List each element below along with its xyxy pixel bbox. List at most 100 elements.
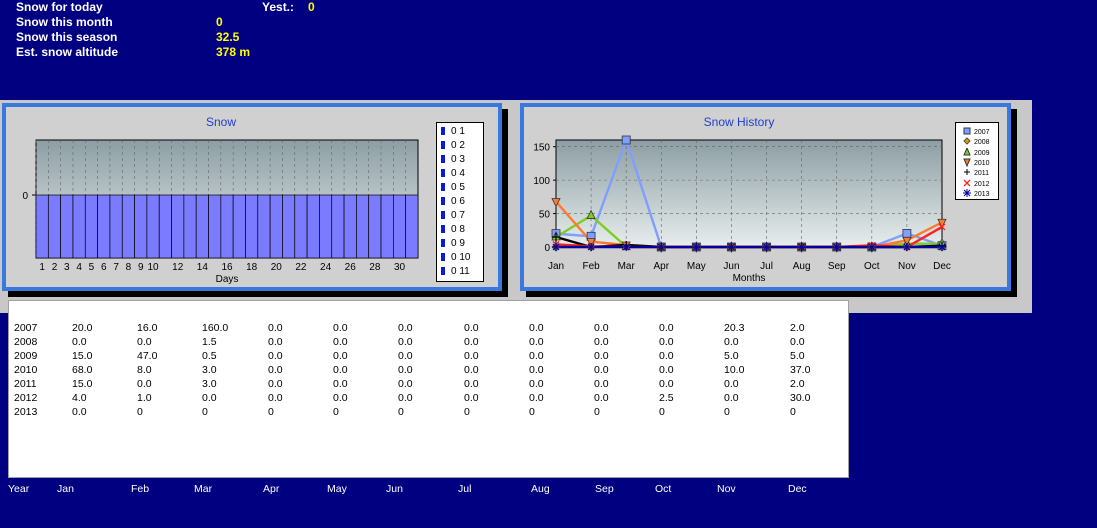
table-cell: 8.0 — [137, 364, 152, 376]
history-xtick-label: May — [687, 261, 706, 272]
legend-label: 0 1 — [451, 126, 465, 137]
table-cell: 4.0 — [72, 392, 87, 404]
table-cell: 0 — [724, 406, 730, 418]
info-label-month: Snow this month — [16, 15, 113, 29]
point-2013 — [762, 243, 771, 251]
yesterday-label: Yest.: — [262, 0, 295, 14]
history-xtick-label: Dec — [933, 261, 951, 272]
table-row-year: 2012 — [14, 392, 38, 404]
snow-bar — [245, 194, 259, 259]
table-cell: 15.0 — [72, 350, 93, 362]
table-cell: 3.0 — [202, 378, 217, 390]
table-cell: 0.0 — [529, 364, 544, 376]
legend-swatch — [441, 211, 445, 219]
table-cell: 0 — [137, 406, 143, 418]
table-cell: 0 — [659, 406, 665, 418]
snow-bar — [84, 194, 98, 259]
history-xlabel: Months — [733, 273, 766, 284]
snow-bar — [47, 194, 61, 259]
snow-xtick-label: 2 — [52, 262, 58, 273]
snow-bar — [282, 194, 296, 259]
table-cell: 47.0 — [137, 350, 158, 362]
legend-label: 2008 — [974, 139, 990, 147]
legend-swatch — [441, 183, 445, 191]
table-cell: 3.0 — [202, 364, 217, 376]
snow-bar — [121, 194, 135, 259]
snow-bar — [331, 194, 345, 259]
table-cell: 0.0 — [594, 378, 609, 390]
table-cell: 0.0 — [529, 350, 544, 362]
snow-bar — [35, 194, 49, 259]
legend-swatch — [441, 239, 445, 247]
table-row-year: 2008 — [14, 336, 38, 348]
snow-xtick-label: 26 — [345, 262, 357, 273]
snow-xtick-label: 5 — [89, 262, 95, 273]
table-cell: 0.0 — [659, 378, 674, 390]
snow-xtick-label: 18 — [246, 262, 258, 273]
snow-xtick-label: 9 — [138, 262, 144, 273]
point-2007 — [621, 135, 631, 145]
info-value-month: 0 — [216, 15, 223, 29]
legend-label: 0 10 — [451, 252, 471, 263]
legend-label: 0 5 — [451, 182, 465, 193]
history-xtick-label: Aug — [793, 261, 811, 272]
legend-marker — [960, 188, 974, 198]
legend-label: 2010 — [974, 159, 990, 167]
legend-label: 2013 — [974, 190, 990, 198]
table-cell: 0 — [464, 406, 470, 418]
snow-xtick-label: 6 — [101, 262, 107, 273]
snow-bar — [60, 194, 74, 259]
legend-label: 0 6 — [451, 196, 465, 207]
table-cell: 0.0 — [724, 392, 739, 404]
snow-bar — [356, 194, 370, 259]
table-cell: 0.0 — [594, 350, 609, 362]
table-cell: 1.0 — [137, 392, 152, 404]
table-cell: 0.0 — [268, 336, 283, 348]
snow-legend-item: 0 6 — [441, 196, 465, 208]
snow-bar — [171, 194, 185, 259]
legend-label: 0 7 — [451, 210, 465, 221]
table-column-header: Aug — [531, 483, 550, 495]
legend-swatch — [441, 155, 445, 163]
history-xtick-label: Jul — [760, 261, 773, 272]
snow-xtick-label: 16 — [221, 262, 233, 273]
table-cell: 15.0 — [72, 378, 93, 390]
table-cell: 1.5 — [202, 336, 217, 348]
table-cell: 0.0 — [529, 322, 544, 334]
snow-bar — [232, 194, 246, 259]
info-label-altitude: Est. snow altitude — [16, 45, 119, 59]
table-cell: 0 — [202, 406, 208, 418]
table-cell: 10.0 — [724, 364, 745, 376]
table-cell: 0.0 — [659, 350, 674, 362]
snow-bar — [393, 194, 407, 259]
legend-swatch — [441, 127, 445, 135]
snow-legend-item: 0 7 — [441, 210, 465, 222]
table-cell: 0.0 — [268, 392, 283, 404]
table-column-header: May — [327, 483, 347, 495]
snow-xtick-label: 28 — [369, 262, 381, 273]
snow-bar — [97, 194, 111, 259]
history-legend-item: 2013 — [960, 188, 990, 199]
snow-legend-item: 0 10 — [441, 252, 470, 264]
table-cell: 0.0 — [333, 336, 348, 348]
snow-xtick-label: 7 — [113, 262, 119, 273]
table-cell: 0.0 — [268, 378, 283, 390]
table-cell: 30.0 — [790, 392, 811, 404]
legend-label: 2009 — [974, 149, 990, 157]
snow-chart-legend: 0 1 0 2 0 3 0 4 0 5 0 6 0 7 0 8 0 9 0 10 0 11 — [436, 122, 484, 282]
snow-chart-panel: Snow 0 1 2 3 4 5 6 7 8 9 10 12 14 16 18 20 22 24 26 28 30 Day… — [2, 103, 502, 291]
table-column-header: Apr — [263, 483, 280, 495]
snow-legend-item: 0 2 — [441, 140, 465, 152]
table-column-header: Jun — [386, 483, 403, 495]
table-cell: 0.0 — [268, 350, 283, 362]
yesterday-value: 0 — [308, 0, 315, 14]
snow-bar — [72, 194, 86, 259]
table-cell: 0 — [268, 406, 274, 418]
point-2007 — [902, 229, 912, 238]
legend-label: 0 4 — [451, 168, 465, 179]
table-column-header: Jan — [57, 483, 74, 495]
history-xtick-label: Oct — [864, 261, 880, 272]
point-2013 — [797, 243, 806, 251]
snow-bar — [368, 194, 382, 259]
snow-bar — [195, 194, 209, 259]
